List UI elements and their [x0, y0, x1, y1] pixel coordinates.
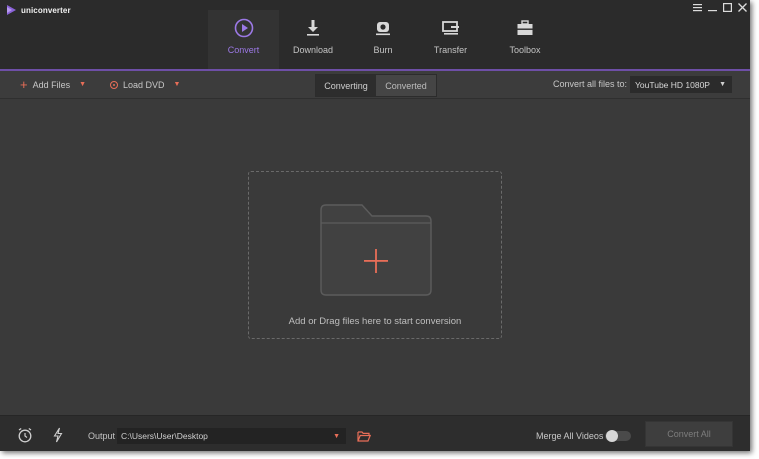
main-tabs: Convert Download Burn Transfer Toolbox: [208, 10, 568, 71]
merge-all-videos-label: Merge All Videos: [536, 431, 604, 441]
transfer-icon: [441, 21, 459, 35]
convert-all-to-label: Convert all files to:: [553, 79, 628, 89]
close-icon[interactable]: [736, 1, 748, 13]
window-controls: [691, 1, 748, 13]
tab-convert[interactable]: Convert: [208, 10, 279, 71]
app-logo-icon: [7, 5, 16, 15]
output-label: Output: [88, 431, 116, 441]
output-format-select[interactable]: YouTube HD 1080P ▼: [630, 76, 732, 93]
schedule-alarm-icon[interactable]: [17, 427, 33, 443]
load-dvd-button[interactable]: Load DVD ▼: [110, 71, 180, 98]
maximize-icon[interactable]: [721, 1, 733, 13]
toggle-knob: [606, 430, 618, 442]
add-folder-icon[interactable]: [320, 204, 432, 296]
top-nav-bar: uniconverter Convert Download Burn Trans…: [0, 0, 750, 71]
output-path-select[interactable]: C:\Users\User\Desktop ▼: [117, 428, 346, 444]
chevron-down-icon: ▼: [333, 432, 340, 440]
open-folder-icon[interactable]: [357, 430, 371, 442]
tab-toolbox-label: Toolbox: [509, 45, 541, 55]
burn-disc-icon: [376, 22, 390, 36]
bottom-bar: Output C:\Users\User\Desktop ▼ Merge All…: [0, 415, 750, 451]
output-format-value: YouTube HD 1080P: [635, 79, 710, 90]
tab-download-label: Download: [292, 45, 334, 55]
toolbar: + Add Files ▼ Load DVD ▼ Converting Conv…: [0, 71, 750, 99]
merge-all-videos-toggle[interactable]: [605, 430, 631, 442]
convert-play-icon: [234, 18, 253, 38]
brand: uniconverter: [6, 4, 71, 16]
drop-hint-text: Add or Drag files here to start conversi…: [288, 316, 462, 327]
add-icon: +: [20, 77, 28, 92]
minimize-icon[interactable]: [706, 1, 718, 13]
chevron-down-icon[interactable]: ▼: [79, 81, 86, 88]
tab-converted[interactable]: Converted: [376, 75, 436, 96]
tab-transfer[interactable]: Transfer: [419, 10, 482, 70]
convert-all-button[interactable]: Convert All: [645, 421, 733, 447]
chevron-down-icon: ▼: [719, 81, 726, 88]
app-window: uniconverter Convert Download Burn Trans…: [0, 0, 750, 451]
file-list-area: Add or Drag files here to start conversi…: [0, 99, 750, 414]
conversion-status-toggle: Converting Converted: [315, 74, 437, 97]
menu-icon[interactable]: [691, 1, 703, 13]
download-icon: [307, 20, 319, 36]
output-path-value: C:\Users\User\Desktop: [121, 431, 208, 441]
tab-toolbox[interactable]: Toolbox: [482, 10, 568, 70]
chevron-down-icon[interactable]: ▼: [174, 81, 181, 88]
tab-burn[interactable]: Burn: [347, 10, 419, 70]
tab-transfer-label: Transfer: [433, 45, 468, 55]
dvd-disc-icon: [110, 80, 118, 89]
tab-converting[interactable]: Converting: [316, 75, 376, 96]
add-files-label: Add Files: [32, 79, 71, 90]
tab-download[interactable]: Download: [279, 10, 347, 70]
tab-burn-label: Burn: [373, 45, 393, 55]
tab-convert-label: Convert: [227, 45, 260, 55]
add-files-button[interactable]: + Add Files ▼: [20, 71, 86, 98]
high-speed-lightning-icon[interactable]: [50, 427, 66, 443]
load-dvd-label: Load DVD: [123, 79, 165, 90]
drop-zone[interactable]: Add or Drag files here to start conversi…: [248, 171, 502, 339]
toolbox-icon: [517, 20, 533, 35]
app-name: uniconverter: [21, 5, 71, 15]
